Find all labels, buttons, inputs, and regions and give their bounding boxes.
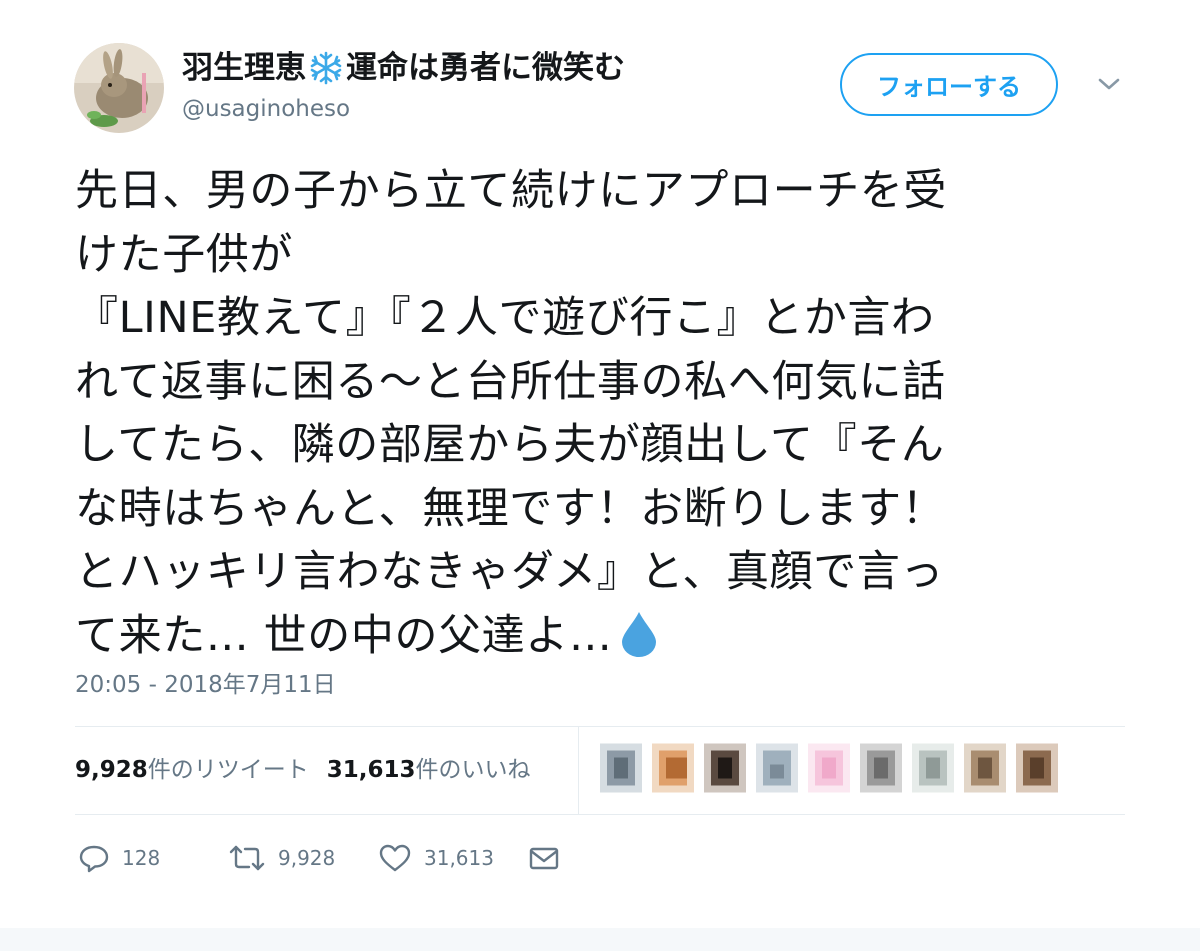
liker-avatar[interactable]: [964, 743, 1006, 793]
tweet-line: て来た… 世の中の父達よ…: [75, 610, 613, 661]
water-drop-icon: [618, 610, 660, 658]
tweet-line: とハッキリ言わなきゃダメ』と、真顔で言っ: [75, 547, 944, 597]
liker-avatar[interactable]: [652, 743, 694, 793]
stats-separator: [578, 727, 579, 815]
tweet-line-last: て来た… 世の中の父達よ…: [75, 605, 1145, 669]
retweet-icon: [229, 845, 265, 871]
like-stat-count: 31,613: [326, 757, 416, 783]
footer-strip: [0, 928, 1200, 951]
display-name-part2: 運命は勇者に微笑む: [346, 50, 625, 86]
liker-avatar[interactable]: [756, 743, 798, 793]
retweet-action-count: 9,928: [278, 846, 336, 870]
tweet-stats: 9,928件のリツイート 31,613件のいいね: [75, 750, 531, 790]
tweet-line: してたら、隣の部屋から夫が顔出して『そん: [75, 420, 945, 470]
liker-avatars: [600, 743, 1068, 799]
tweet-line: れて返事に困る～と台所仕事の私へ何気に話: [75, 356, 946, 407]
snowflake-icon: [308, 50, 344, 86]
avatar-image: [74, 43, 164, 133]
like-button[interactable]: 31,613: [378, 838, 494, 878]
liker-avatar[interactable]: [704, 743, 746, 793]
tweet-timestamp[interactable]: 20:05 - 2018年7月11日: [75, 669, 336, 701]
retweet-button[interactable]: 9,928: [228, 838, 335, 878]
like-icon: [379, 844, 411, 872]
liker-avatar[interactable]: [1016, 743, 1058, 793]
tweet-line: 先日、男の子から立て続けにアプローチを受: [75, 166, 947, 216]
liker-avatar[interactable]: [600, 743, 642, 793]
like-stat[interactable]: 31,613件のいいね: [327, 757, 531, 783]
reply-icon: [79, 845, 109, 873]
divider: [75, 814, 1125, 815]
direct-message-icon: [529, 847, 559, 870]
retweet-stat[interactable]: 9,928件のリツイート: [75, 757, 309, 783]
direct-message-button[interactable]: [528, 838, 572, 878]
reply-count: 128: [122, 846, 161, 870]
display-name[interactable]: 羽生理恵 運命は勇者に微笑む: [182, 46, 625, 90]
retweet-stat-count: 9,928: [75, 757, 148, 783]
liker-avatar[interactable]: [808, 743, 850, 793]
follow-button[interactable]: フォローする: [840, 53, 1058, 116]
tweet-line: けた子供が: [75, 229, 293, 280]
liker-avatar[interactable]: [912, 743, 954, 793]
tweet-line: 『LINE教えて』『２人で遊び行こ』とか言わ: [75, 293, 935, 343]
retweet-stat-label: 件のリツイート: [147, 757, 309, 783]
liker-avatar[interactable]: [860, 743, 902, 793]
caret-down-icon[interactable]: [1096, 74, 1122, 94]
tweet-line: な時はちゃんと、無理です！お断りします！: [75, 483, 946, 534]
like-action-count: 31,613: [424, 846, 494, 870]
display-name-part1: 羽生理恵: [182, 50, 306, 86]
divider: [75, 726, 1125, 727]
reply-button[interactable]: 128: [78, 838, 160, 878]
user-handle[interactable]: @usaginoheso: [182, 93, 350, 125]
avatar[interactable]: [74, 43, 164, 133]
tweet-text: 先日、男の子から立て続けにアプローチを受 けた子供が 『LINE教えて』『２人で…: [75, 160, 1145, 668]
like-stat-label: 件のいいね: [415, 757, 531, 783]
